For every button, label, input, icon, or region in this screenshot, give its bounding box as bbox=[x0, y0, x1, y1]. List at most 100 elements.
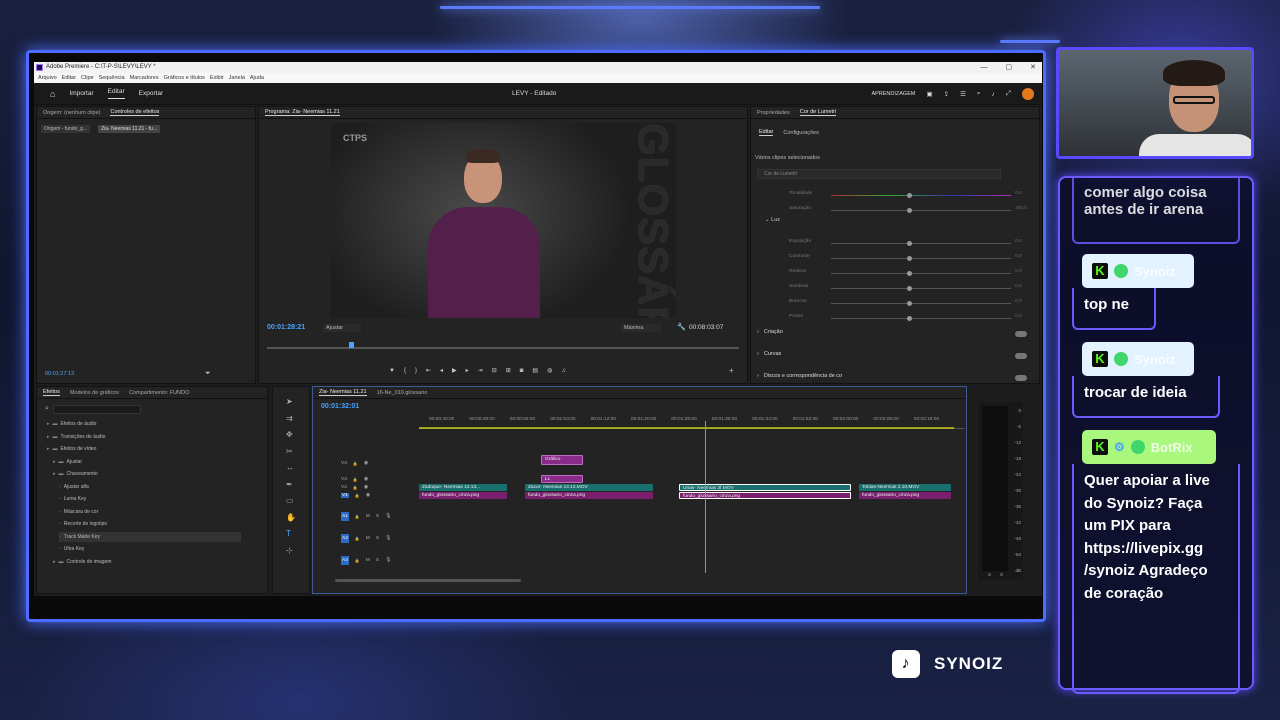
lumetri-slider-value[interactable]: 0,0 bbox=[1015, 239, 1022, 244]
effects-tree-item[interactable]: ▸ ▬ Efeitos de áudio bbox=[47, 419, 241, 429]
lumetri-slider-track[interactable] bbox=[831, 303, 1011, 304]
quality-dropdown[interactable]: Máxima bbox=[621, 324, 662, 332]
lumetri-slider-track[interactable] bbox=[831, 318, 1011, 319]
section-toggle[interactable] bbox=[1015, 375, 1027, 381]
meter-channel-label[interactable]: S bbox=[988, 572, 991, 577]
account-avatar[interactable] bbox=[1022, 88, 1034, 100]
menu-janela[interactable]: Janela bbox=[229, 73, 245, 83]
lumetri-slider-track[interactable] bbox=[831, 273, 1011, 274]
lumetri-slider-value[interactable]: 0,0 bbox=[1015, 299, 1022, 304]
eye-icon[interactable]: ◉ bbox=[364, 461, 368, 466]
fit-dropdown[interactable]: Ajustar bbox=[323, 324, 362, 332]
pen-icon[interactable]: ✒ bbox=[286, 480, 293, 489]
v1-clip[interactable]: fundo_glossario_cinza.png bbox=[859, 492, 951, 499]
menu-graficos[interactable]: Gráficos e títulos bbox=[164, 73, 205, 83]
mode-exportar[interactable]: Exportar bbox=[139, 90, 164, 97]
timeline-zoom-bar[interactable] bbox=[335, 579, 521, 582]
fullscreen-icon[interactable]: ⤢ bbox=[1006, 90, 1011, 98]
effects-tree-item[interactable]: ▫ Máscara de cor bbox=[59, 507, 241, 517]
v1-clip[interactable]: fundo_glossario_cinza.png bbox=[525, 492, 653, 499]
effects-tree-item[interactable]: ▸ ▬ Chaveamento bbox=[53, 469, 241, 479]
solo-icon[interactable]: S bbox=[376, 536, 379, 541]
lock-icon[interactable]: 🔒 bbox=[353, 477, 358, 482]
menu-marcadores[interactable]: Marcadores bbox=[130, 73, 159, 83]
lumetri-section[interactable]: › Curvas bbox=[757, 351, 1027, 361]
search-icon[interactable]: ⌕ bbox=[977, 90, 981, 98]
step-back-icon[interactable]: ◂ bbox=[440, 367, 443, 374]
wrench-icon[interactable]: 🔧 bbox=[677, 323, 686, 331]
learning-button[interactable]: APRENDIZAGEM bbox=[871, 91, 915, 97]
play-icon[interactable]: ▶ bbox=[452, 367, 457, 374]
v2-clip[interactable]: Tobias-Neemias 2.10.MOV bbox=[859, 484, 951, 491]
lumetri-section[interactable]: › Discos e correspondência de co bbox=[757, 373, 1027, 383]
lumetri-slider-knob[interactable] bbox=[907, 208, 912, 213]
menu-sequencia[interactable]: Sequência bbox=[99, 73, 125, 83]
lumetri-slider-track[interactable] bbox=[831, 243, 1011, 244]
add-button[interactable]: + bbox=[729, 366, 734, 375]
lumetri-dropdown[interactable]: Cor de Lumetri bbox=[757, 169, 1001, 179]
solo-icon[interactable]: S bbox=[376, 514, 379, 519]
audio-track-header[interactable]: A2 🔒 M S 🎙 bbox=[319, 531, 415, 545]
razor-icon[interactable]: ✂ bbox=[286, 447, 293, 456]
minimize-button[interactable]: — bbox=[981, 62, 988, 73]
lumetri-slider-value[interactable]: 0,0 bbox=[1015, 284, 1022, 289]
mute-icon[interactable]: M bbox=[366, 514, 370, 519]
lock-icon[interactable]: 🔒 bbox=[353, 485, 358, 490]
lumetri-section[interactable]: › Criação bbox=[757, 329, 1027, 339]
timeline-playhead[interactable] bbox=[705, 421, 706, 573]
effects-tree-item[interactable]: ▸ ▬ Ajustar bbox=[53, 457, 241, 467]
track-select-icon[interactable]: ⇉ bbox=[286, 414, 293, 423]
lock-icon[interactable]: 🔒 bbox=[355, 493, 360, 498]
audio-icon[interactable]: ♫ bbox=[561, 368, 566, 374]
rectangle-icon[interactable]: ▭ bbox=[286, 496, 294, 505]
solo-icon[interactable]: S bbox=[376, 558, 379, 563]
effects-tree-item[interactable]: ▫ Luma Key bbox=[59, 494, 241, 504]
mode-editar[interactable]: Editar bbox=[107, 88, 125, 99]
go-to-out-icon[interactable]: ⇥ bbox=[478, 367, 483, 374]
audio-track-header[interactable]: A1 🔒 M S 🎙 bbox=[319, 509, 415, 523]
video-track-header[interactable]: V3 🔒 ◉ bbox=[319, 475, 415, 483]
source-clip-b[interactable]: Zia- Neemias 11.21 - fu... bbox=[98, 125, 161, 133]
selection-tool-icon[interactable]: ➤ bbox=[286, 397, 293, 406]
graphic-sub-clip[interactable]: LL bbox=[541, 475, 583, 483]
lumetri-slider-knob[interactable] bbox=[907, 316, 912, 321]
v2-clip[interactable]: Zadoque- Neemias 13.13... bbox=[419, 484, 507, 491]
step-forward-icon[interactable]: ▸ bbox=[466, 367, 469, 374]
tab-effect-controls[interactable]: Controles de efeitos bbox=[110, 109, 160, 116]
lumetri-slider-value[interactable]: 0,0 bbox=[1015, 254, 1022, 259]
workspace-icon[interactable]: ▣ bbox=[926, 90, 932, 98]
source-timecode[interactable]: 00:01:27:13 bbox=[45, 371, 74, 377]
extract-icon[interactable]: ⊞ bbox=[506, 367, 511, 374]
lumetri-slider-knob[interactable] bbox=[907, 256, 912, 261]
lumetri-slider-value[interactable]: 0,0 bbox=[1015, 314, 1022, 319]
marker-icon[interactable]: ▼ bbox=[389, 368, 395, 374]
video-track-header[interactable]: V4 🔒 ◉ bbox=[319, 459, 415, 467]
volume-icon[interactable]: ♪ bbox=[992, 91, 995, 98]
graphic-clip[interactable]: Gráfico bbox=[541, 455, 583, 465]
section-toggle[interactable] bbox=[1015, 331, 1027, 337]
tab-origem[interactable]: Origem: (nenhum clipe) bbox=[43, 110, 100, 116]
type-icon[interactable]: T bbox=[286, 529, 291, 538]
lumetri-slider-knob[interactable] bbox=[907, 193, 912, 198]
tab-modelos[interactable]: Modelos de gráficos bbox=[70, 390, 119, 396]
lock-icon[interactable]: 🔒 bbox=[355, 514, 360, 519]
lumetri-slider-knob[interactable] bbox=[907, 286, 912, 291]
effects-tree-item[interactable]: ▸ ▬ Transições de áudio bbox=[47, 432, 241, 442]
mark-in-icon[interactable]: { bbox=[404, 368, 406, 374]
mic-icon[interactable]: 🎙 bbox=[385, 535, 391, 541]
lumetri-slider-track[interactable] bbox=[831, 258, 1011, 259]
effects-tree-item[interactable]: ▸ ▬ Efeitos de vídeo bbox=[47, 444, 241, 454]
chat-username-badge[interactable]: K Synoiz bbox=[1082, 342, 1194, 376]
chat-username-badge[interactable]: K Synoiz bbox=[1082, 254, 1194, 288]
mic-icon[interactable]: 🎙 bbox=[385, 513, 391, 519]
effects-tree-item[interactable]: ▫ Ultra Key bbox=[59, 544, 241, 554]
menu-clipe[interactable]: Clipe bbox=[81, 73, 94, 83]
work-area-bar[interactable] bbox=[419, 427, 954, 429]
subtab-configuracoes[interactable]: Configurações bbox=[783, 130, 818, 136]
lock-icon[interactable]: 🔒 bbox=[355, 558, 360, 563]
mute-icon[interactable]: M bbox=[366, 536, 370, 541]
meter-channel-label[interactable]: S bbox=[1000, 572, 1003, 577]
mute-icon[interactable]: M bbox=[366, 558, 370, 563]
video-track-header[interactable]: V1 🔒 ◉ bbox=[319, 491, 415, 499]
vr-tool-icon[interactable]: ⊹ bbox=[286, 546, 293, 555]
